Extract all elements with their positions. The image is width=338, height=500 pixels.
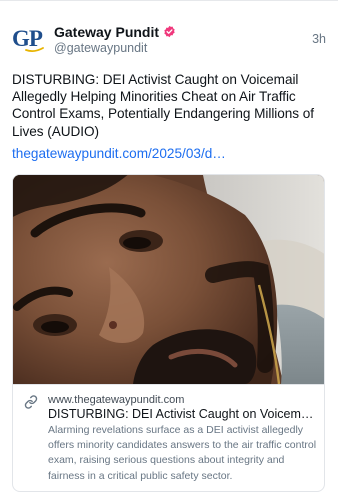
avatar[interactable]: GP: [12, 20, 44, 60]
verified-badge-icon: [164, 25, 175, 38]
post-timestamp[interactable]: 3h: [312, 32, 326, 46]
post: GP Gateway Pundit @gatewaypundit 3h DIST…: [0, 0, 338, 500]
post-text: DISTURBING: DEI Activist Caught on Voice…: [12, 72, 314, 139]
name-row: Gateway Pundit: [54, 23, 176, 40]
link-icon: [24, 395, 38, 409]
card-description: Alarming revelations surface as a DEI ac…: [48, 424, 317, 482]
card-divider: [13, 384, 324, 385]
post-header: GP Gateway Pundit @gatewaypundit 3h: [12, 20, 326, 60]
post-link[interactable]: thegatewaypundit.com/2025/03/d…: [12, 146, 328, 161]
card-domain: www.thegatewaypundit.com: [48, 394, 185, 406]
card-title: DISTURBING: DEI Activist Caught on Voice…: [48, 407, 320, 421]
author-handle[interactable]: @gatewaypundit: [54, 41, 176, 55]
card-image: [13, 175, 324, 384]
author-name[interactable]: Gateway Pundit: [54, 24, 159, 40]
author-info: Gateway Pundit @gatewaypundit: [54, 23, 176, 55]
avatar-logo-text: GP: [12, 26, 43, 51]
link-preview-card[interactable]: www.thegatewaypundit.com DISTURBING: DEI…: [12, 174, 325, 492]
